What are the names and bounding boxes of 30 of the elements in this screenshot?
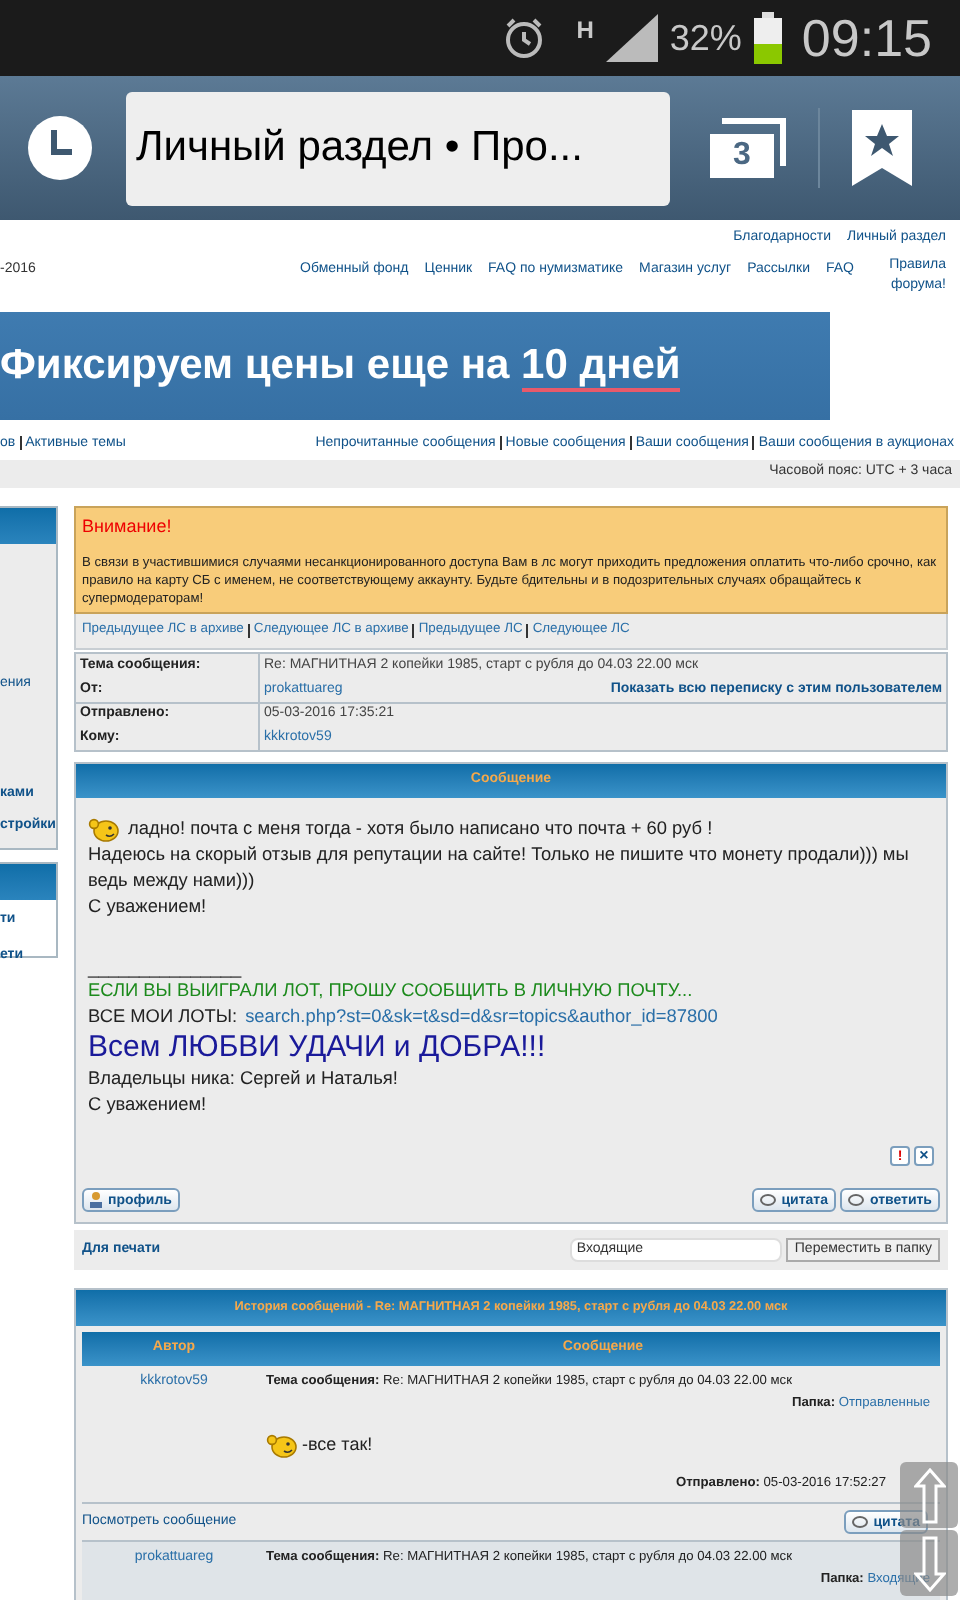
message-text: Надеюсь на скорый отзыв для репутации на сайте! Только не пишите что монету продали))) мы ведь между нами))) — [88, 842, 911, 894]
clock-time: 09:15 — [801, 5, 932, 71]
message-text: Владельцы ника: Сергей и Наталья! — [88, 1066, 400, 1092]
network-type: H — [576, 14, 594, 48]
bookmark-icon[interactable] — [852, 110, 912, 186]
lots-link[interactable]: search.php?st=0&sk=t&sd=d&sr=topics&author_id=87800 — [245, 1004, 718, 1030]
battery-percent: 32% — [669, 15, 742, 61]
message-text: ладно! почта с меня тогда - хотя было написано что почта + 60 руб ! — [128, 816, 713, 842]
history-clock-icon[interactable] — [26, 114, 94, 182]
message-text: -все так! — [302, 1431, 373, 1458]
signature-greeting: Всем ЛЮБВИ УДАЧИ и ДОБРА!!! — [88, 1030, 548, 1066]
address-field[interactable]: Личный раздел • Про... — [126, 91, 670, 205]
sidebar-header — [0, 863, 56, 899]
speech-bubble-icon — [847, 1193, 864, 1207]
delete-button[interactable]: × — [914, 1146, 934, 1166]
signature-text: ВСЕ МОИ ЛОТЫ: — [88, 1004, 238, 1030]
warning-title: Внимание! — [82, 513, 174, 539]
signal-icon — [605, 14, 658, 62]
signature-rule: _______________ — [88, 960, 244, 978]
sidebar-header — [0, 507, 56, 543]
signature-text: ЕСЛИ ВЫ ВЫИГРАЛИ ЛОТ, ПРОШУ СООБЩИТЬ В ЛИЧНУЮ ПОЧТУ... — [88, 980, 693, 1000]
battery-icon — [753, 12, 782, 64]
message-text: С уважением! — [88, 1092, 209, 1118]
banner-text: Фиксируем цены еще на 10 дней — [0, 340, 681, 397]
smiley-icon — [88, 817, 120, 841]
user-icon — [90, 1192, 102, 1208]
speech-bubble-icon — [759, 1193, 776, 1207]
message-text: С уважением! — [88, 894, 209, 920]
smiley-icon — [266, 1433, 298, 1458]
speech-bubble-icon — [851, 1515, 868, 1530]
